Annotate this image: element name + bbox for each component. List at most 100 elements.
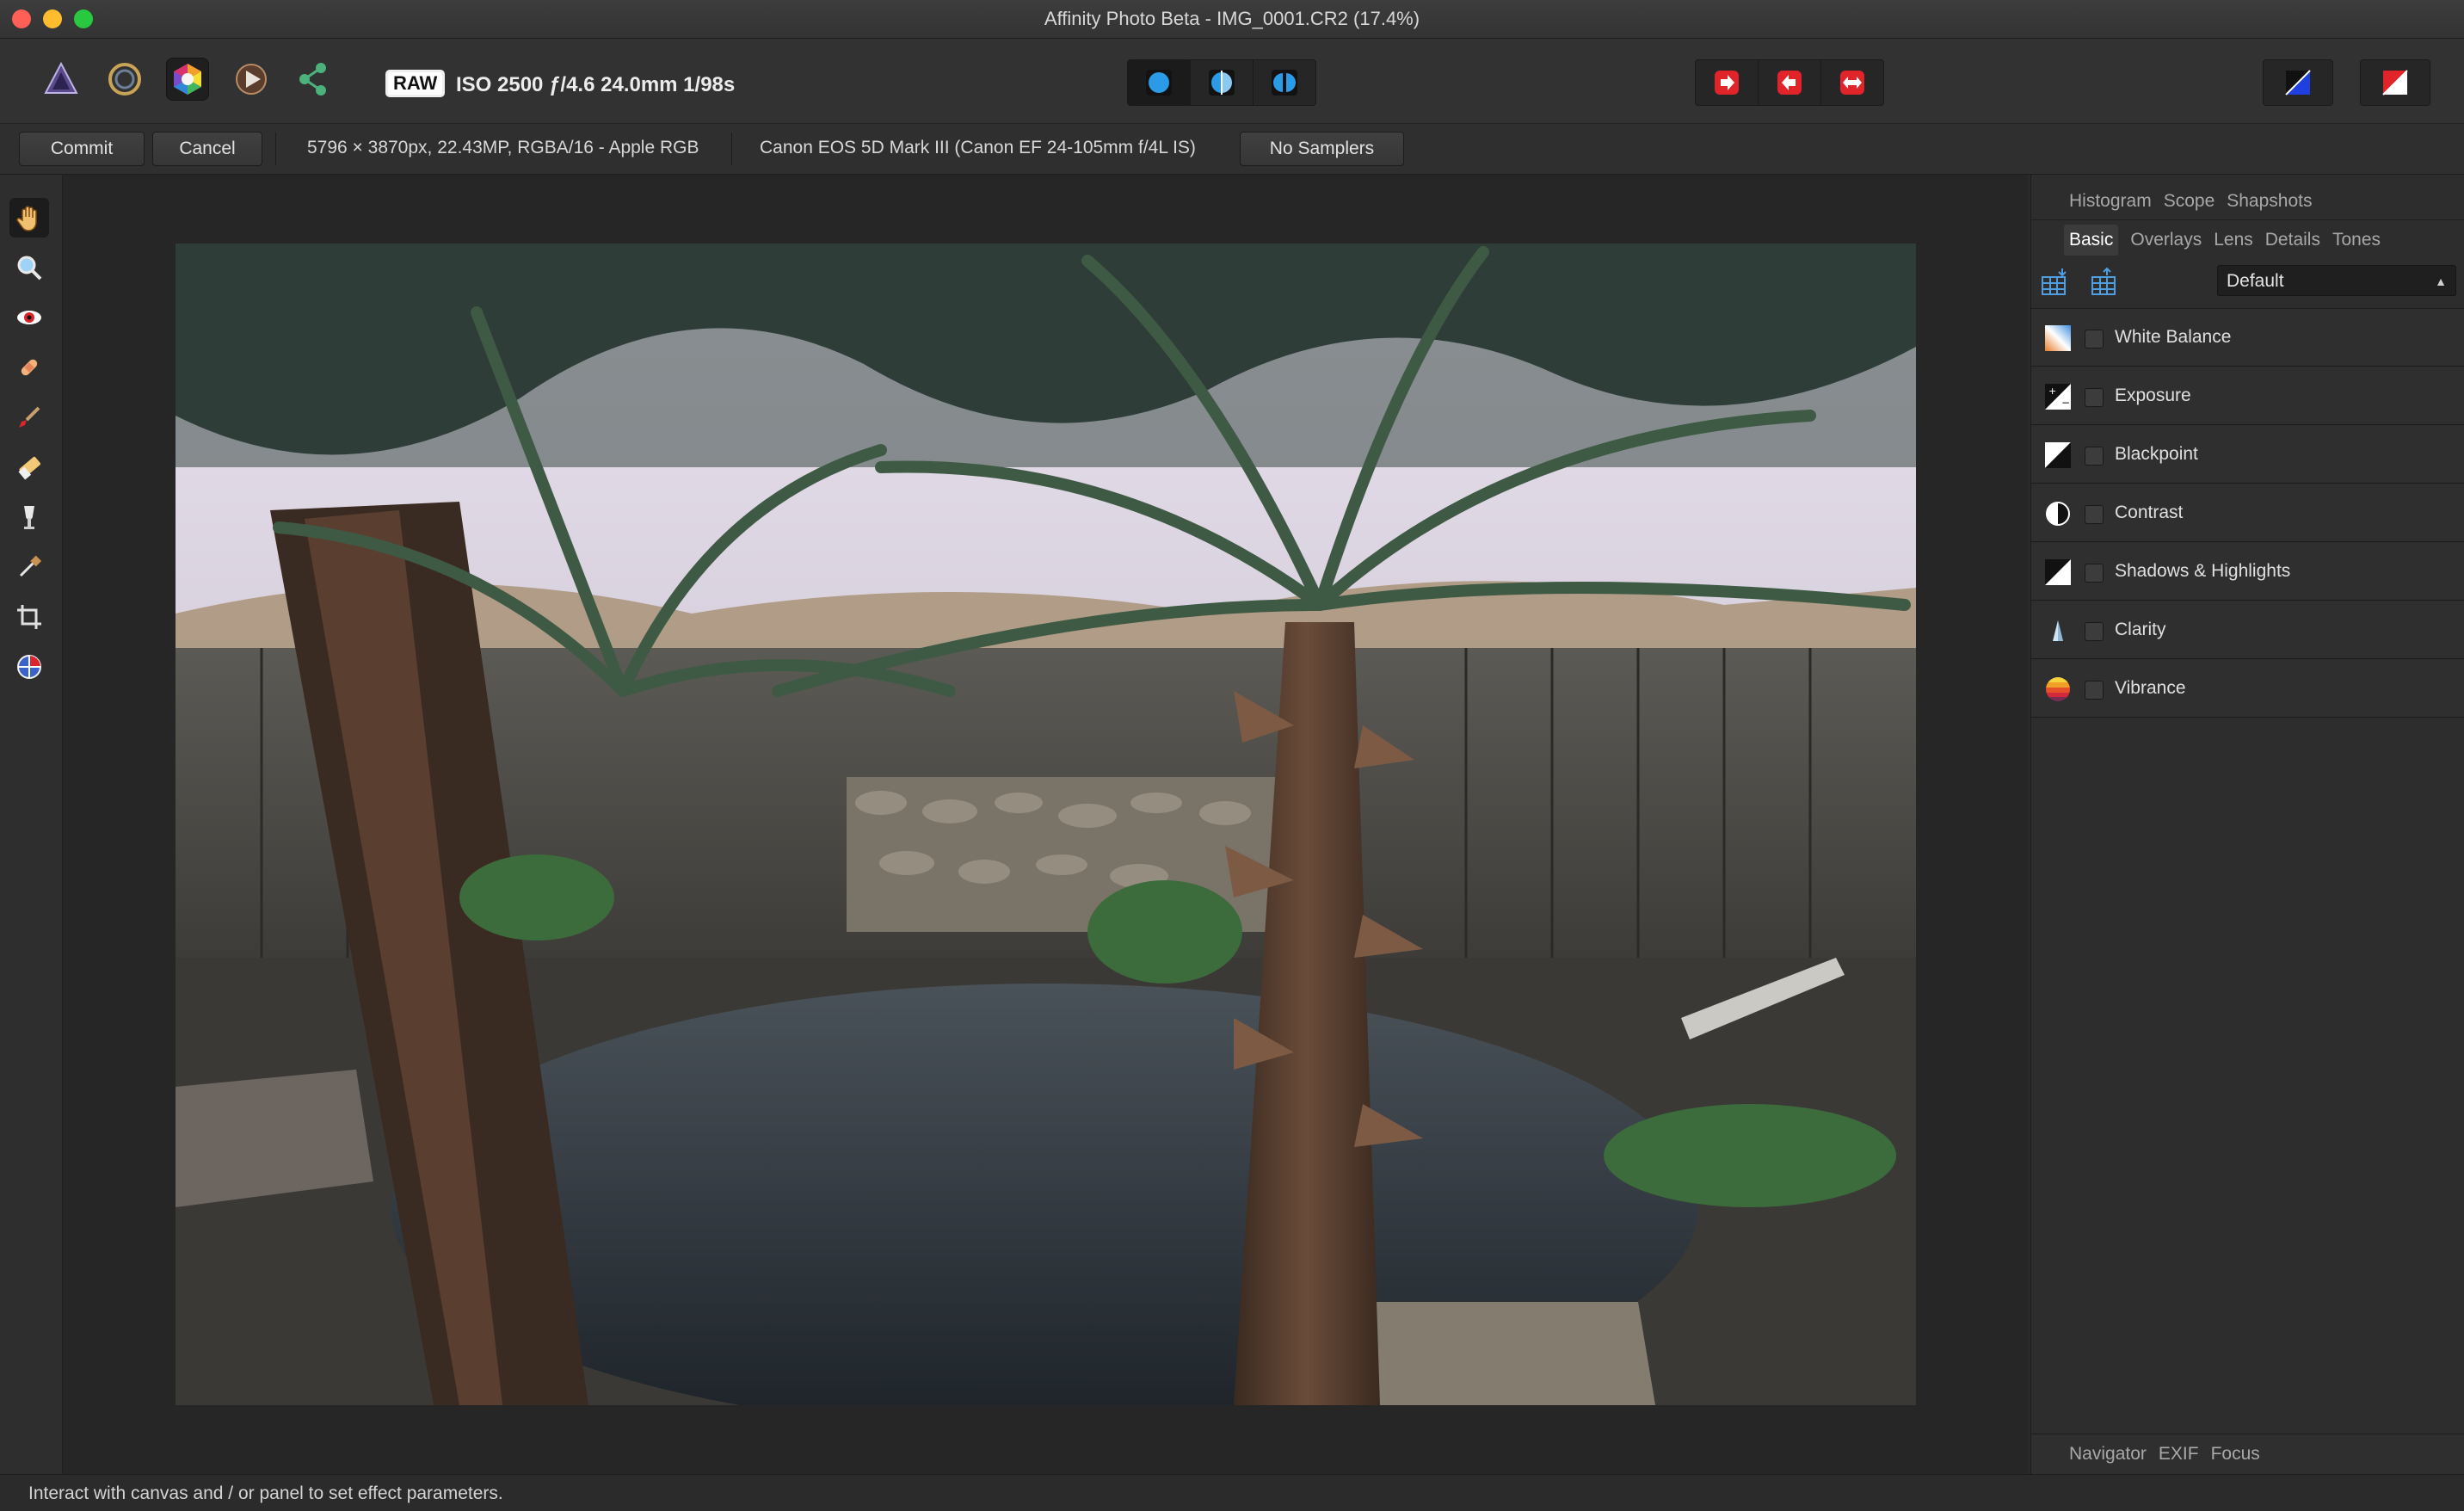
- liquify-persona-button[interactable]: [103, 58, 146, 101]
- view-mode-group: [1127, 59, 1316, 106]
- svg-text:−: −: [2061, 397, 2070, 409]
- tab-tones[interactable]: Tones: [2332, 230, 2381, 250]
- develop-persona-icon: [174, 64, 201, 95]
- adjustment-label: Blackpoint: [2115, 444, 2198, 464]
- tab-scope[interactable]: Scope: [2164, 191, 2215, 212]
- tab-navigator[interactable]: Navigator: [2069, 1444, 2147, 1465]
- select-arrows-icon: ▲: [2435, 274, 2447, 288]
- clip-tones-button[interactable]: [1821, 60, 1883, 105]
- export-preset-button[interactable]: [2090, 267, 2121, 302]
- overlay-gradient-tool[interactable]: [9, 497, 49, 537]
- export-persona-icon: [299, 63, 326, 96]
- white-balance-tool[interactable]: [9, 547, 49, 587]
- bottom-panel-tabs-bar: Navigator EXIF Focus: [2031, 1434, 2464, 1475]
- document-info: 5796 × 3870px, 22.43MP, RGBA/16 - Apple …: [307, 138, 699, 157]
- exposure-checkbox[interactable]: [2085, 388, 2104, 407]
- tone-mapping-persona-button[interactable]: [230, 58, 273, 101]
- adjustment-label: Clarity: [2115, 620, 2166, 639]
- blemish-tool-icon: [21, 359, 38, 376]
- export-preset-icon: [2091, 267, 2116, 295]
- clarity-checkbox[interactable]: [2085, 622, 2104, 641]
- tab-details[interactable]: Details: [2265, 230, 2320, 250]
- blackpoint-checkbox[interactable]: [2085, 447, 2104, 466]
- separator: [275, 133, 276, 165]
- red-eye-tool[interactable]: [9, 298, 49, 337]
- adjustment-vibrance[interactable]: Vibrance: [2031, 660, 2464, 718]
- adjustment-clarity[interactable]: Clarity: [2031, 601, 2464, 659]
- tone-mapping-persona-icon: [236, 64, 267, 95]
- bottom-panel-tabs: Navigator EXIF Focus: [2031, 1434, 2464, 1474]
- mirror-view-button[interactable]: [1254, 60, 1315, 105]
- adjustment-blackpoint[interactable]: Blackpoint: [2031, 426, 2464, 484]
- white-balance-tool-icon: [19, 555, 42, 577]
- adjustment-label: White Balance: [2115, 327, 2232, 347]
- clip-shadows-button[interactable]: [1759, 60, 1821, 105]
- clip-highlights-icon: [1715, 71, 1739, 95]
- tab-snapshots[interactable]: Shapshots: [2227, 191, 2312, 212]
- import-preset-button[interactable]: [2040, 267, 2071, 302]
- studio-panel: Histogram Scope Shapshots Basic Overlays…: [2030, 175, 2464, 1475]
- color-picker-tool[interactable]: [9, 647, 49, 687]
- white-balance-checkbox[interactable]: [2085, 330, 2104, 348]
- hand-tool[interactable]: [9, 198, 49, 237]
- adjustment-label: Shadows & Highlights: [2115, 561, 2291, 581]
- clarity-icon: [2053, 620, 2063, 641]
- canvas[interactable]: [63, 175, 2028, 1474]
- crop-tool[interactable]: [9, 597, 49, 637]
- adjustment-contrast[interactable]: Contrast: [2031, 484, 2464, 542]
- adjustment-label: Exposure: [2115, 385, 2191, 405]
- import-preset-icon: [2042, 268, 2067, 295]
- exif-summary: ISO 2500 ƒ/4.6 24.0mm 1/98s: [456, 73, 736, 96]
- adjustment-shadows-highlights[interactable]: Shadows & Highlights: [2031, 543, 2464, 601]
- clipping-group: [1695, 59, 1884, 106]
- blackpoint-icon: [2045, 442, 2071, 468]
- tab-exif[interactable]: EXIF: [2159, 1444, 2199, 1465]
- before-after-red-button[interactable]: [2360, 59, 2430, 106]
- document-photo[interactable]: [176, 244, 1916, 1405]
- shadows-highlights-icon: [2045, 559, 2071, 585]
- overlay-erase-tool-icon: [18, 456, 40, 480]
- commit-button[interactable]: Commit: [19, 132, 145, 166]
- vibrance-icon: [2046, 677, 2070, 701]
- split-view-button[interactable]: [1191, 60, 1254, 105]
- cancel-button[interactable]: Cancel: [152, 132, 262, 166]
- contrast-checkbox[interactable]: [2085, 505, 2104, 524]
- clip-highlights-button[interactable]: [1696, 60, 1759, 105]
- status-text: Interact with canvas and / or panel to s…: [28, 1483, 503, 1503]
- hand-tool-icon: [16, 206, 37, 231]
- before-after-blue-button[interactable]: [2263, 59, 2333, 106]
- tab-basic[interactable]: Basic: [2064, 225, 2119, 256]
- split-view-icon: [1209, 70, 1235, 96]
- zoom-tool[interactable]: [9, 248, 49, 287]
- clip-tones-icon: [1840, 71, 1864, 95]
- crop-tool-icon: [17, 605, 41, 629]
- tab-overlays[interactable]: Overlays: [2130, 230, 2202, 250]
- main-toolbar: RAW ISO 2500 ƒ/4.6 24.0mm 1/98s: [0, 39, 2464, 124]
- color-picker-tool-icon: [17, 655, 41, 679]
- tab-focus[interactable]: Focus: [2211, 1444, 2260, 1465]
- color-swatch-red-icon: [2382, 70, 2408, 96]
- tab-lens[interactable]: Lens: [2214, 230, 2253, 250]
- export-persona-button[interactable]: [293, 58, 336, 101]
- photo-persona-button[interactable]: [40, 58, 83, 101]
- samplers-button[interactable]: No Samplers: [1240, 132, 1404, 166]
- vibrance-checkbox[interactable]: [2085, 681, 2104, 700]
- title-bar: Affinity Photo Beta - IMG_0001.CR2 (17.4…: [0, 0, 2464, 39]
- adjustment-white-balance[interactable]: White Balance: [2031, 309, 2464, 367]
- contrast-icon: [2046, 502, 2070, 526]
- tab-histogram[interactable]: Histogram: [2069, 191, 2152, 212]
- photo-image: [176, 244, 1916, 1405]
- preset-value: Default: [2227, 271, 2284, 291]
- svg-text:+: +: [2048, 385, 2056, 397]
- window-title: Affinity Photo Beta - IMG_0001.CR2 (17.4…: [1044, 8, 1420, 29]
- single-view-button[interactable]: [1128, 60, 1191, 105]
- shadows-highlights-checkbox[interactable]: [2085, 564, 2104, 583]
- adjustment-exposure[interactable]: + − Exposure: [2031, 367, 2464, 425]
- overlay-erase-tool[interactable]: [9, 447, 49, 487]
- overlay-paint-tool[interactable]: [9, 398, 49, 437]
- blemish-tool[interactable]: [9, 348, 49, 387]
- develop-persona-button[interactable]: [166, 58, 209, 101]
- exposure-icon: + −: [2045, 384, 2071, 410]
- zoom-tool-icon: [17, 256, 42, 281]
- preset-select[interactable]: Default ▲: [2217, 265, 2456, 296]
